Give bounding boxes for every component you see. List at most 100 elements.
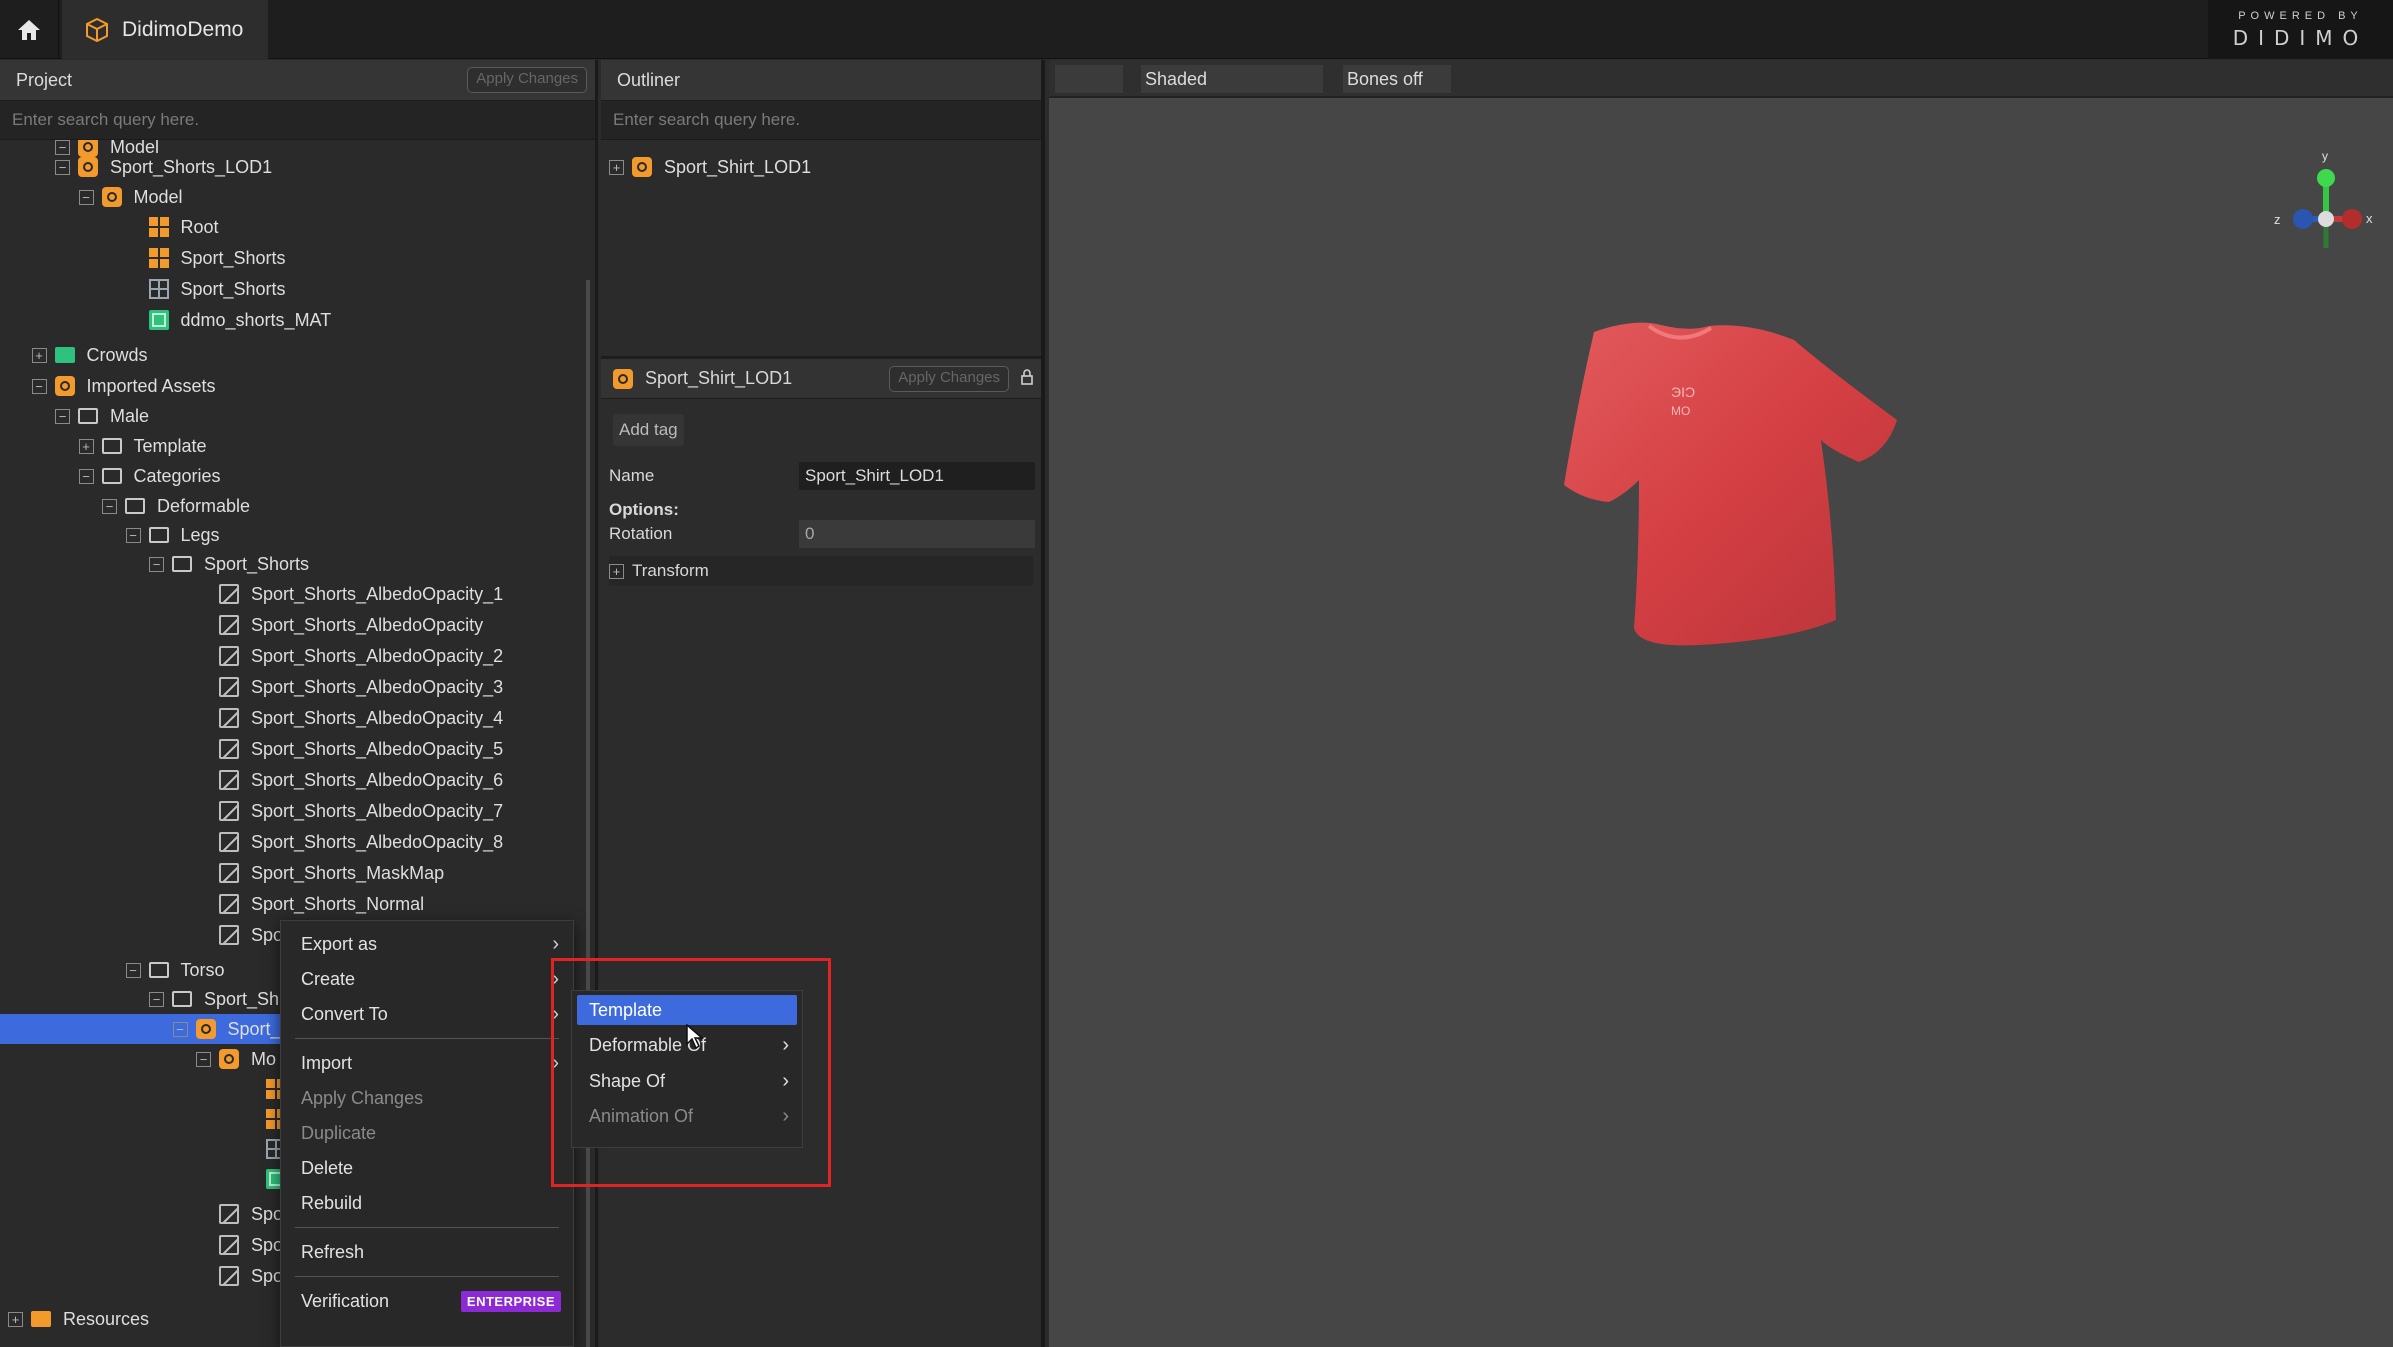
- tree-item-label: Imported Assets: [86, 375, 216, 396]
- tree-item[interactable]: + Template: [0, 431, 590, 461]
- tree-item[interactable]: Sport_Shorts_AlbedoOpacity_2: [0, 641, 590, 671]
- tree-item[interactable]: Sport_Shorts_AlbedoOpacity_8: [0, 827, 590, 857]
- outliner-item[interactable]: + Sport_Shirt_LOD1: [601, 152, 1041, 182]
- collapse-icon[interactable]: −: [125, 527, 141, 543]
- tree-item[interactable]: ddmo_shorts_MAT: [0, 305, 590, 335]
- tree-item[interactable]: Sport_Shorts: [0, 274, 590, 304]
- cube-icon: [86, 17, 108, 42]
- menu-item-label: Verification: [301, 1290, 390, 1311]
- transform-row[interactable]: + Transform: [609, 556, 1033, 586]
- texture-icon: [219, 801, 239, 821]
- menu-item-rebuild[interactable]: Rebuild: [281, 1186, 573, 1220]
- expand-icon[interactable]: +: [78, 438, 94, 454]
- context-menu: Export as › Create › Convert To › Import › Apply…: [280, 920, 574, 1347]
- folder-icon: [172, 556, 192, 572]
- collapse-icon[interactable]: −: [78, 468, 94, 484]
- menu-item-verification[interactable]: Verification ENTERPRISE: [281, 1284, 573, 1318]
- rotation-field[interactable]: 0: [799, 520, 1035, 548]
- project-apply-changes-button[interactable]: Apply Changes: [467, 67, 587, 93]
- brand-logo: POWERED BY DIDIMO: [2208, 0, 2393, 59]
- tree-item[interactable]: − Model: [0, 182, 590, 212]
- add-tag-button[interactable]: Add tag: [613, 414, 684, 446]
- project-search-input[interactable]: Enter search query here.: [0, 101, 595, 140]
- texture-icon: [219, 708, 239, 728]
- axis-gizmo[interactable]: y x z: [2274, 149, 2373, 248]
- tree-item-label: Sport_Shorts_AlbedoOpacity_5: [251, 738, 504, 759]
- menu-separator: [295, 1227, 559, 1228]
- viewport-camera-button[interactable]: [1055, 65, 1123, 93]
- collapse-icon[interactable]: −: [31, 378, 47, 394]
- collapse-icon[interactable]: −: [196, 1051, 211, 1067]
- shirt-logo: ЭIƆ: [1671, 384, 1695, 400]
- tree-item-label: Sport_Sh: [204, 988, 280, 1009]
- menu-item-label: Duplicate: [301, 1122, 377, 1143]
- viewport-3d[interactable]: Shaded Bones off ЭIƆ MO y x z: [1049, 60, 2393, 1347]
- menu-item-duplicate[interactable]: Duplicate: [281, 1116, 573, 1150]
- texture-icon: [219, 584, 239, 604]
- tree-item[interactable]: Root: [0, 212, 590, 242]
- tree-item[interactable]: − Categories: [0, 461, 590, 491]
- tree-item[interactable]: Sport_Shorts_AlbedoOpacity_1: [0, 579, 590, 609]
- collapse-icon[interactable]: −: [55, 408, 70, 424]
- expand-icon[interactable]: +: [609, 159, 624, 175]
- menu-item-create[interactable]: Create ›: [281, 962, 573, 996]
- project-title: Project: [16, 69, 73, 90]
- tree-item[interactable]: Sport_Shorts_AlbedoOpacity_6: [0, 765, 590, 795]
- collapse-icon[interactable]: −: [149, 991, 164, 1007]
- tree-item[interactable]: Sport_Shorts_MaskMap: [0, 858, 590, 888]
- expand-icon[interactable]: +: [609, 563, 624, 579]
- bones-toggle[interactable]: Bones off: [1343, 65, 1451, 93]
- menu-item-refresh[interactable]: Refresh: [281, 1235, 573, 1269]
- axis-x-label: x: [2366, 211, 2373, 226]
- inspector-apply-changes-button[interactable]: Apply Changes: [889, 366, 1009, 392]
- tree-item[interactable]: − Sport_Shorts_LOD1: [0, 152, 590, 182]
- outliner-search-input[interactable]: Enter search query here.: [601, 101, 1041, 140]
- model-icon: [78, 157, 98, 177]
- expand-icon[interactable]: +: [31, 347, 47, 363]
- folder-icon: [125, 498, 145, 514]
- collapse-icon[interactable]: −: [55, 159, 70, 175]
- tree-item[interactable]: Sport_Shorts_AlbedoOpacity_3: [0, 672, 590, 702]
- menu-item-apply-changes[interactable]: Apply Changes: [281, 1081, 573, 1115]
- tree-item-label: Legs: [180, 524, 220, 545]
- outliner-item-label: Sport_Shirt_LOD1: [664, 156, 812, 177]
- tree-item[interactable]: + Crowds: [0, 340, 590, 370]
- tree-item[interactable]: − Male: [0, 401, 590, 431]
- tree-item[interactable]: Sport_Shorts_AlbedoOpacity: [0, 610, 590, 640]
- menu-item-import[interactable]: Import ›: [281, 1046, 573, 1080]
- tree-item[interactable]: Sport_Shorts_AlbedoOpacity_5: [0, 734, 590, 764]
- texture-icon: [219, 832, 239, 852]
- shading-dropdown[interactable]: Shaded: [1141, 65, 1323, 93]
- mesh-icon: [148, 279, 169, 299]
- tree-item[interactable]: Sport_Shorts_AlbedoOpacity_7: [0, 796, 590, 826]
- tree-item-label: Resources: [63, 1308, 150, 1329]
- tree-item[interactable]: Sport_Shorts: [0, 243, 590, 273]
- tree-item[interactable]: Sport_Shorts_AlbedoOpacity_4: [0, 703, 590, 733]
- name-field[interactable]: Sport_Shirt_LOD1: [799, 462, 1035, 490]
- tshirt-model[interactable]: ЭIƆ MO: [1564, 322, 1897, 646]
- collapse-icon[interactable]: −: [102, 498, 117, 514]
- tree-item[interactable]: − Sport_Shorts: [0, 549, 590, 579]
- expand-icon[interactable]: +: [8, 1311, 23, 1327]
- collapse-icon[interactable]: −: [149, 556, 164, 572]
- tree-item-label: Deformable: [157, 495, 251, 516]
- home-button[interactable]: [0, 0, 59, 59]
- collapse-icon[interactable]: −: [172, 1021, 188, 1037]
- menu-item-label: Convert To: [301, 1003, 388, 1024]
- annotation-highlight-box: [551, 958, 831, 1187]
- tree-item[interactable]: − Legs: [0, 520, 590, 550]
- texture-icon: [219, 1235, 239, 1255]
- collapse-icon[interactable]: −: [78, 189, 94, 205]
- menu-item-convert-to[interactable]: Convert To ›: [281, 997, 573, 1031]
- lock-icon[interactable]: [1021, 369, 1033, 385]
- tree-item[interactable]: − Imported Assets: [0, 371, 590, 401]
- tree-item-label: Sport_Shorts_AlbedoOpacity_8: [251, 831, 504, 852]
- collapse-icon[interactable]: −: [125, 962, 141, 978]
- tree-item[interactable]: Sport_Shorts_Normal: [0, 889, 590, 919]
- model-icon: [632, 157, 652, 177]
- tree-item[interactable]: − Deformable: [0, 491, 590, 521]
- tree-item-label: Sport_Shorts_Normal: [251, 893, 425, 914]
- app-tab[interactable]: DidimoDemo: [62, 0, 268, 59]
- menu-item-export-as[interactable]: Export as ›: [281, 927, 573, 961]
- menu-item-delete[interactable]: Delete: [281, 1151, 573, 1185]
